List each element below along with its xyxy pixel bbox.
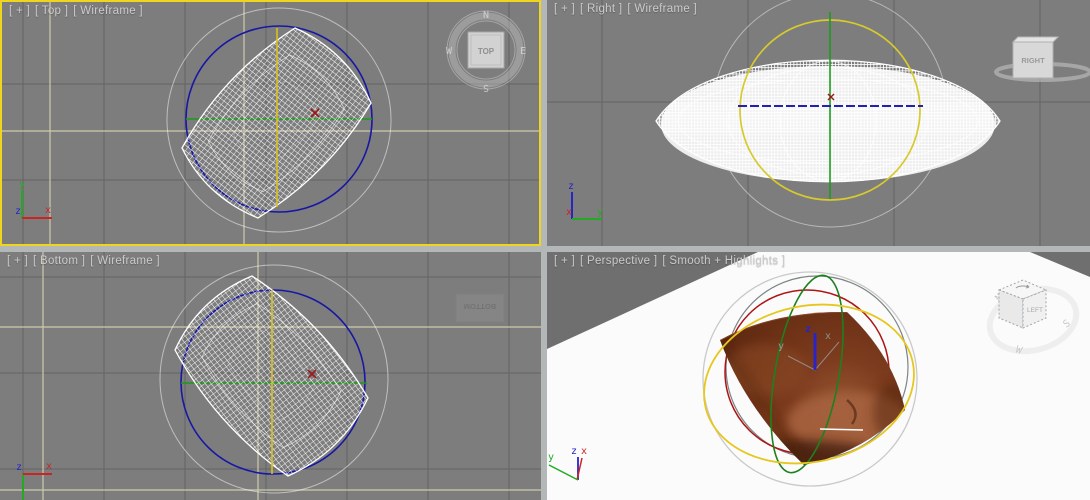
axis-x-label: x bbox=[45, 205, 51, 216]
viewport-perspective-label[interactable]: [ + ] [ Perspective ] [ Smooth + Highlight… bbox=[554, 255, 790, 267]
axis-x-label: x bbox=[566, 207, 572, 218]
viewport-perspective[interactable]: [ + ] [ Perspective ] [ Smooth + Highlight… bbox=[547, 252, 1090, 500]
axis-z-label: z bbox=[571, 446, 577, 457]
compass-s: S bbox=[483, 82, 489, 93]
gizmo-y-label: y bbox=[778, 341, 784, 352]
viewport-menu-pov[interactable]: [ Perspective ] bbox=[580, 255, 657, 267]
axis-y-label: y bbox=[19, 179, 25, 190]
axis-tripod: y x z bbox=[15, 179, 52, 219]
axis-z-label: z bbox=[15, 206, 21, 217]
viewport-top[interactable]: [ + ] [ Top ] [ Wireframe ] N E S W TOP y … bbox=[0, 0, 541, 246]
viewport-menu-shading[interactable]: [ Wireframe ] bbox=[73, 5, 143, 17]
viewcube-face-label: RIGHT bbox=[1021, 56, 1045, 65]
viewport-menu-pov[interactable]: [ Right ] bbox=[580, 3, 622, 15]
viewport-top-label[interactable]: [ + ] [ Top ] [ Wireframe ] bbox=[9, 5, 148, 17]
axis-tripod: z x y bbox=[566, 181, 603, 220]
axis-x-label: x bbox=[581, 446, 587, 457]
viewcube-face-label: BOTTOM bbox=[464, 302, 496, 311]
compass-n: N bbox=[483, 10, 489, 21]
viewport-menu-shading[interactable]: [ Wireframe ] bbox=[90, 255, 160, 267]
gizmo-z-label: z bbox=[805, 324, 811, 335]
angle-snap-line bbox=[819, 428, 864, 431]
viewport-right[interactable]: [ + ] [ Right ] [ Wireframe ] RIGHT z x y bbox=[547, 0, 1090, 246]
compass-w: W bbox=[446, 46, 453, 57]
viewport-menu-general[interactable]: [ + ] bbox=[9, 5, 30, 17]
viewcube-top[interactable]: N E S W TOP bbox=[446, 10, 526, 93]
axis-y-label: y bbox=[597, 207, 603, 218]
compass-e: E bbox=[520, 46, 526, 57]
viewport-menu-pov[interactable]: [ Bottom ] bbox=[33, 255, 85, 267]
axis-x-label: x bbox=[46, 461, 52, 472]
axis-tripod: z x bbox=[16, 461, 52, 500]
viewport-menu-general[interactable]: [ + ] bbox=[554, 3, 575, 15]
viewport-menu-pov[interactable]: [ Top ] bbox=[35, 5, 68, 17]
viewport-menu-shading[interactable]: [ Smooth + Highlights ] bbox=[662, 255, 785, 267]
viewport-bottom-label[interactable]: [ + ] [ Bottom ] [ Wireframe ] bbox=[7, 255, 165, 267]
viewcube-face-label: LEFT bbox=[1027, 307, 1043, 314]
viewcube-bottom[interactable]: BOTTOM bbox=[455, 293, 505, 323]
viewcube-face-label: TOP bbox=[478, 47, 495, 56]
viewport-menu-shading[interactable]: [ Wireframe ] bbox=[627, 3, 697, 15]
viewport-menu-general[interactable]: [ + ] bbox=[554, 255, 575, 267]
axis-z-label: z bbox=[16, 462, 22, 473]
viewport-right-label[interactable]: [ + ] [ Right ] [ Wireframe ] bbox=[554, 3, 702, 15]
viewport-bottom[interactable]: [ + ] [ Bottom ] [ Wireframe ] BOTTOM z x bbox=[0, 252, 541, 500]
viewport-menu-general[interactable]: [ + ] bbox=[7, 255, 28, 267]
viewcube-right[interactable]: RIGHT bbox=[994, 36, 1090, 82]
axis-y-label: y bbox=[548, 452, 554, 463]
gizmo-x-label: x bbox=[825, 331, 831, 342]
axis-z-label: z bbox=[568, 181, 574, 192]
